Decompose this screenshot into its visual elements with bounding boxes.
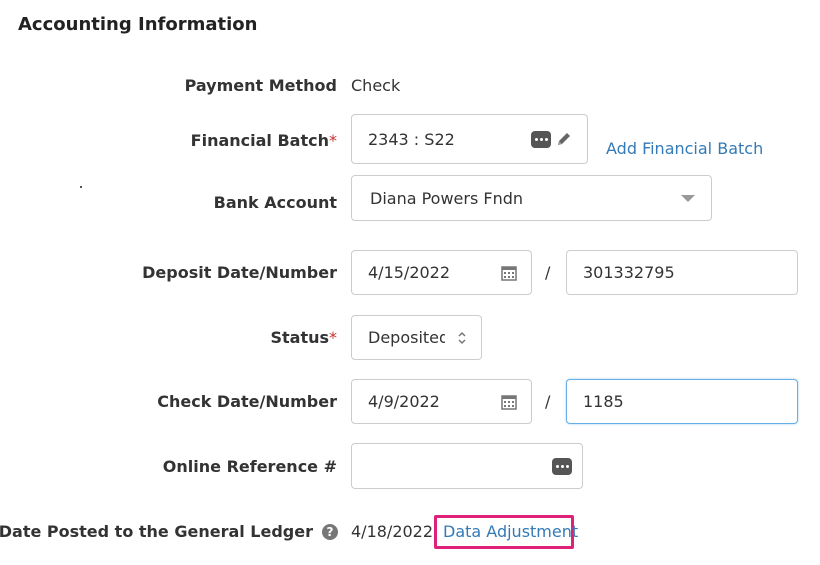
check-separator: / (545, 392, 551, 411)
section-title: Accounting Information (18, 14, 258, 35)
bank-account-select[interactable]: Diana Powers Fndn (351, 175, 712, 221)
deposit-number-value: 301332795 (583, 263, 675, 282)
calendar-icon[interactable] (501, 265, 517, 281)
status-label-text: Status (270, 328, 329, 347)
status-value: Deposited (368, 328, 445, 347)
status-select[interactable]: Deposited (351, 315, 482, 360)
financial-batch-field[interactable]: 2343 : S22 (351, 114, 588, 164)
gl-posted-date: 4/18/2022 (351, 522, 434, 541)
status-label: Status* (270, 328, 337, 347)
check-date-number-label: Check Date/Number (157, 392, 337, 411)
financial-batch-value: 2343 : S22 (368, 129, 455, 149)
check-number-input[interactable]: 1185 (566, 379, 798, 424)
deposit-number-input[interactable]: 301332795 (566, 250, 798, 295)
online-reference-label: Online Reference # (162, 457, 337, 476)
lookup-dots-icon[interactable] (531, 130, 551, 148)
deposit-date-value: 4/15/2022 (368, 263, 451, 282)
deposit-date-input[interactable]: 4/15/2022 (351, 250, 532, 295)
payment-method-label: Payment Method (184, 76, 337, 95)
check-number-value: 1185 (583, 392, 624, 411)
deposit-date-number-label: Deposit Date/Number (142, 263, 337, 282)
financial-batch-label-text: Financial Batch (190, 131, 329, 150)
payment-method-value: Check (351, 76, 401, 95)
up-down-chevron-icon (458, 331, 466, 344)
calendar-icon[interactable] (501, 394, 517, 410)
stray-dot (80, 186, 82, 188)
bank-account-value: Diana Powers Fndn (370, 188, 524, 208)
chevron-down-icon (681, 194, 695, 202)
online-reference-field[interactable] (351, 443, 583, 489)
gl-posted-label: Date Posted to the General Ledger (0, 522, 313, 541)
check-date-input[interactable]: 4/9/2022 (351, 379, 532, 424)
bank-account-label: Bank Account (213, 193, 337, 212)
help-icon[interactable]: ? (322, 524, 338, 540)
data-adjustment-link[interactable]: Data Adjustment (443, 522, 578, 541)
lookup-dots-icon[interactable] (552, 457, 572, 475)
deposit-separator: / (545, 263, 551, 282)
pencil-icon[interactable] (555, 130, 573, 148)
add-financial-batch-link[interactable]: Add Financial Batch (606, 139, 763, 158)
check-date-value: 4/9/2022 (368, 392, 440, 411)
required-marker: * (329, 131, 337, 150)
financial-batch-label: Financial Batch* (191, 131, 337, 150)
required-marker: * (329, 328, 337, 347)
